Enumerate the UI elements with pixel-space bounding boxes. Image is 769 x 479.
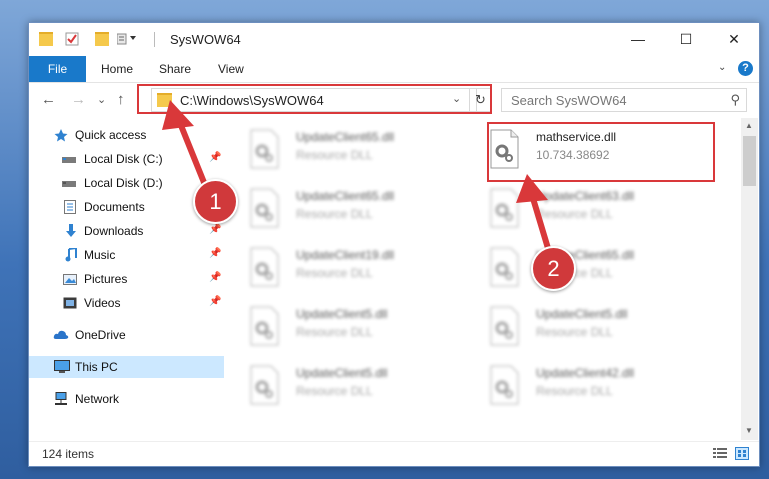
arrow-1-head <box>162 100 194 130</box>
step-2-badge: 2 <box>531 246 576 291</box>
arrow-1 <box>175 115 208 188</box>
step-1-badge: 1 <box>193 179 238 224</box>
annotation-arrows <box>162 100 553 258</box>
arrow-2-head <box>516 174 548 203</box>
